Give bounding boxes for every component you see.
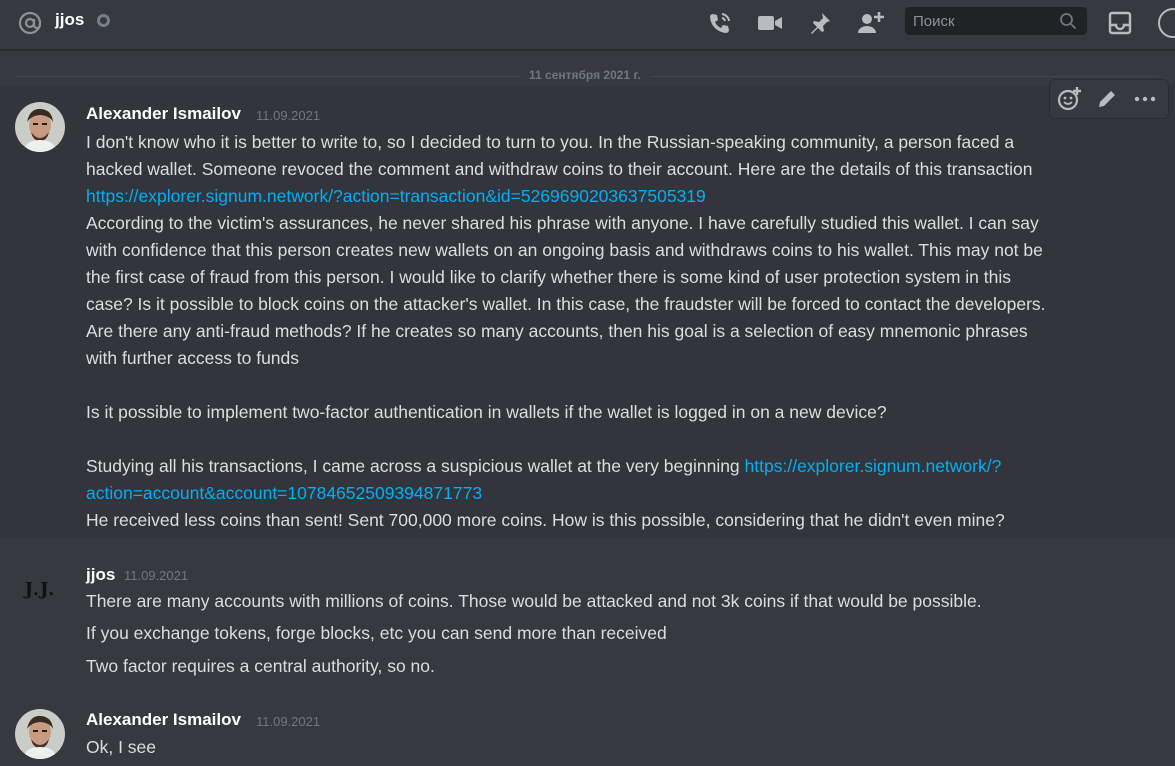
message-text: the first case of fraud from this person… [86, 267, 1011, 287]
help-icon[interactable] [1158, 8, 1175, 38]
channel-name: jjos [55, 10, 85, 29]
message-text: He received less coins than sent! Sent 7… [86, 510, 1005, 530]
message-text: hacked wallet. Someone revoced the comme… [86, 159, 1033, 179]
message-author[interactable]: Alexander Ismailov [86, 710, 241, 730]
transaction-link[interactable]: https://explorer.signum.network/?action=… [86, 183, 706, 210]
at-icon [17, 10, 43, 36]
avatar[interactable] [15, 102, 65, 152]
add-friend-icon[interactable] [856, 9, 888, 37]
avatar-initials: J.J. [24, 578, 56, 600]
message-text: If you exchange tokens, forge blocks, et… [86, 623, 667, 643]
message-author[interactable]: jjos [86, 565, 115, 585]
message-text: Is it possible to implement two-factor a… [86, 402, 887, 422]
account-link-continued[interactable]: action=account&account=10784652509394871… [86, 480, 482, 507]
message-toolbar [1049, 79, 1169, 119]
message-text: I don't know who it is better to write t… [86, 132, 1015, 152]
message-text: Two factor requires a central authority,… [86, 656, 435, 676]
inbox-icon[interactable] [1106, 9, 1134, 37]
status-dot [97, 14, 110, 27]
message-group: Alexander Ismailov 11.09.2021 I don't kn… [0, 86, 1175, 538]
message-timestamp: 11.09.2021 [124, 568, 189, 583]
message-group: J.J. jjos 11.09.2021 There are many acco… [0, 556, 1175, 696]
add-reaction-icon[interactable] [1050, 80, 1088, 118]
message-text: Ok, I see [86, 737, 157, 757]
message-text: There are many accounts with millions of… [86, 591, 982, 611]
date-divider-label: 11 сентября 2021 г. [520, 68, 650, 82]
search-icon [1059, 12, 1077, 30]
account-link[interactable]: https://explorer.signum.network/? [745, 456, 1002, 476]
more-icon[interactable] [1126, 80, 1164, 118]
message-text: case? Is it possible to block coins on t… [86, 294, 1046, 314]
message-timestamp: 11.09.2021 [256, 714, 321, 729]
edit-icon[interactable] [1088, 80, 1126, 118]
message-text: with further access to funds [86, 348, 300, 368]
message-timestamp: 11.09.2021 [256, 108, 321, 123]
pin-icon[interactable] [806, 9, 834, 37]
message-text: with confidence that this person creates… [86, 240, 1043, 260]
message-text: According to the victim's assurances, he… [86, 213, 1039, 233]
search-box[interactable] [905, 7, 1087, 35]
message-text-segment: Studying all his transactions, I came ac… [86, 456, 745, 476]
avatar[interactable] [15, 709, 65, 759]
message-text: Studying all his transactions, I came ac… [86, 453, 1001, 480]
message-author[interactable]: Alexander Ismailov [86, 104, 241, 124]
video-icon[interactable] [756, 9, 784, 37]
call-icon[interactable] [706, 9, 734, 37]
message-text: Are there any anti-fraud methods? If he … [86, 321, 1028, 341]
channel-header: jjos [0, 0, 1175, 50]
search-input[interactable] [905, 7, 1055, 35]
avatar[interactable]: J.J. [15, 564, 65, 614]
message-group: Alexander Ismailov 11.09.2021 Ok, I see [0, 700, 1175, 766]
